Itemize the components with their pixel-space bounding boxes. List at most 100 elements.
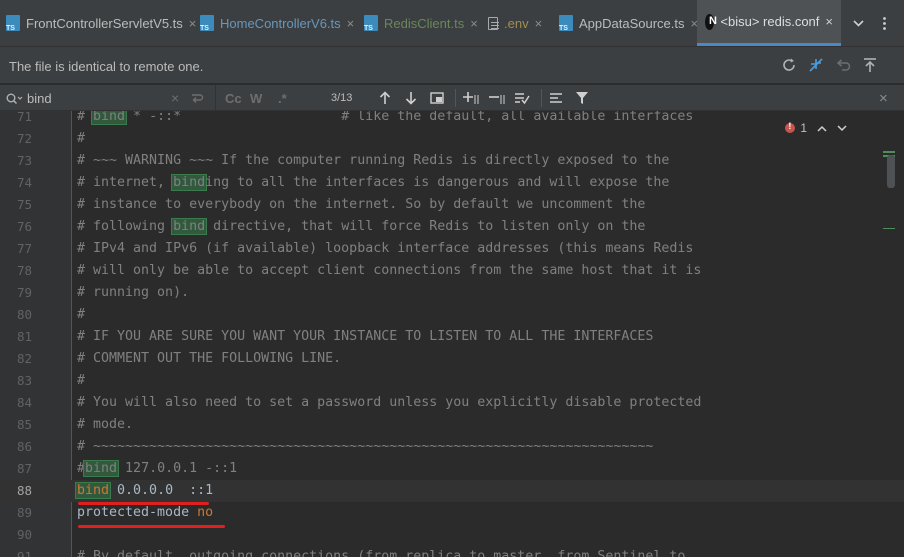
open-in-window-icon[interactable] <box>430 88 444 108</box>
code-token: # will only be able to accept client con… <box>77 263 702 278</box>
upload-icon[interactable] <box>860 55 880 75</box>
code-line[interactable]: 71 # bind * -::* # like the default, all … <box>0 111 904 128</box>
code-token: # following <box>77 219 174 234</box>
editor-tab-bar: FrontControllerServletV5.ts × HomeContro… <box>0 0 904 47</box>
code-line[interactable]: 88 bind 0.0.0.0 ::1 <box>0 480 904 502</box>
next-highlight-icon[interactable] <box>837 121 847 135</box>
code-line[interactable]: 81 # IF YOU ARE SURE YOU WANT YOUR INSTAN… <box>0 326 904 348</box>
previous-highlight-icon[interactable] <box>817 121 827 135</box>
code-token: # <box>77 307 86 322</box>
typescript-file-icon <box>200 15 214 32</box>
add-occurrence-icon[interactable] <box>463 88 481 108</box>
select-all-occurrences-icon[interactable] <box>515 88 533 108</box>
typescript-file-icon <box>364 15 378 32</box>
vertical-scrollbar[interactable] <box>887 155 895 188</box>
close-icon[interactable]: × <box>347 16 355 31</box>
code-line[interactable]: 82 # COMMENT OUT THE FOLLOWING LINE. <box>0 348 904 370</box>
code-text: # ~~~ WARNING ~~~ If the computer runnin… <box>77 150 669 172</box>
tab-redis-conf[interactable]: <bisu> redis.conf × <box>697 0 841 46</box>
tab-frontcontrollerservletv5[interactable]: FrontControllerServletV5.ts × <box>6 0 196 46</box>
error-icon <box>785 121 796 133</box>
more-options-icon[interactable] <box>878 0 890 46</box>
close-icon[interactable]: × <box>189 16 197 31</box>
line-number: 80 <box>16 307 32 322</box>
code-token: # internet, <box>77 175 174 190</box>
code-line[interactable]: 84 # You will also need to set a password… <box>0 392 904 414</box>
search-input[interactable] <box>27 89 167 107</box>
code-text: # mode. <box>77 414 133 436</box>
compare-icon[interactable] <box>806 55 826 75</box>
line-number: 81 <box>16 329 32 344</box>
close-icon[interactable]: × <box>825 14 833 29</box>
code-line[interactable]: 73 # ~~~ WARNING ~~~ If the computer runn… <box>0 150 904 172</box>
code-token: # <box>77 373 86 388</box>
line-number: 85 <box>16 417 32 432</box>
code-token: 0.0.0.0 ::1 <box>109 483 214 498</box>
code-editor[interactable]: 71 # bind * -::* # like the default, all … <box>0 111 904 557</box>
code-text: #bind 127.0.0.1 -::1 <box>77 458 237 480</box>
regex-button[interactable]: .* <box>278 88 287 108</box>
words-button[interactable]: W <box>250 88 262 108</box>
code-line[interactable]: 79 # running on). <box>0 282 904 304</box>
next-occurrence-icon[interactable] <box>405 88 417 108</box>
close-icon[interactable]: × <box>535 16 543 31</box>
code-line[interactable]: 72 # <box>0 128 904 150</box>
tab-env[interactable]: .env × <box>488 0 542 46</box>
code-line[interactable]: 86 # ~~~~~~~~~~~~~~~~~~~~~~~~~~~~~~~~~~~~… <box>0 436 904 458</box>
clear-search-icon[interactable]: × <box>171 88 179 108</box>
new-line-icon[interactable] <box>190 89 204 109</box>
line-number: 87 <box>16 461 32 476</box>
code-token: # IPv4 and IPv6 (if available) loopback … <box>77 241 694 256</box>
code-line[interactable]: 87 #bind 127.0.0.1 -::1 <box>0 458 904 480</box>
code-token: # ~~~ WARNING ~~~ If the computer runnin… <box>77 153 670 168</box>
code-line[interactable]: 89 protected-mode no <box>0 502 904 524</box>
refresh-icon[interactable] <box>779 55 799 75</box>
code-line[interactable]: 75 # instance to everybody on the interne… <box>0 194 904 216</box>
filter-icon[interactable] <box>575 88 589 108</box>
typescript-file-icon <box>559 15 573 32</box>
close-icon[interactable]: × <box>470 16 478 31</box>
filter-options-icon[interactable] <box>549 88 565 108</box>
code-text: bind 0.0.0.0 ::1 <box>75 480 214 502</box>
search-history-icon[interactable] <box>6 89 23 109</box>
revert-icon[interactable] <box>834 55 854 75</box>
tab-homecontrollerv6[interactable]: HomeControllerV6.ts × <box>200 0 354 46</box>
code-token: # ~~~~~~~~~~~~~~~~~~~~~~~~~~~~~~~~~~~~~~… <box>77 439 654 454</box>
inspection-indicator[interactable]: 1 <box>785 121 847 135</box>
match-case-button[interactable]: Cc <box>225 88 242 108</box>
search-match: bind <box>75 482 112 499</box>
code-token: # By default, outgoing connections (from… <box>77 549 686 557</box>
code-token: 127.0.0.1 -::1 <box>117 461 238 476</box>
tab-redisclient[interactable]: RedisClient.ts × <box>364 0 478 46</box>
close-search-icon[interactable]: × <box>879 88 888 108</box>
search-result-marker[interactable] <box>883 151 895 153</box>
tab-appdatasource[interactable]: AppDataSource.ts × <box>559 0 698 46</box>
code-line[interactable]: 74 # internet, binding to all the interfa… <box>0 172 904 194</box>
code-token: # COMMENT OUT THE FOLLOWING LINE. <box>77 351 342 366</box>
tab-list-chevron-icon[interactable] <box>850 0 866 46</box>
red-underline-annotation <box>78 525 225 528</box>
code-token: # instance to everybody on the internet.… <box>77 197 646 212</box>
code-text: # IF YOU ARE SURE YOU WANT YOUR INSTANCE… <box>77 326 653 348</box>
code-token: # running on). <box>77 285 190 300</box>
line-number: 89 <box>16 505 32 520</box>
code-line[interactable]: 80 # <box>0 304 904 326</box>
search-result-marker[interactable] <box>883 228 895 229</box>
previous-occurrence-icon[interactable] <box>379 88 391 108</box>
code-line[interactable]: 78 # will only be able to accept client c… <box>0 260 904 282</box>
code-token: protected-mode <box>77 505 190 520</box>
remove-occurrence-icon[interactable] <box>489 88 507 108</box>
code-line[interactable]: 77 # IPv4 and IPv6 (if available) loopbac… <box>0 238 904 260</box>
code-line[interactable]: 91 # By default, outgoing connections (fr… <box>0 546 904 557</box>
line-number: 83 <box>16 373 32 388</box>
code-line[interactable]: 76 # following bind directive, that will … <box>0 216 904 238</box>
code-line[interactable]: 83 # <box>0 370 904 392</box>
line-number: 82 <box>16 351 32 366</box>
line-number: 88 <box>16 483 32 498</box>
code-token: no <box>197 505 214 520</box>
code-line[interactable]: 85 # mode. <box>0 414 904 436</box>
nginx-file-icon <box>705 13 717 30</box>
line-number: 71 <box>16 111 32 124</box>
line-number: 74 <box>16 175 32 190</box>
